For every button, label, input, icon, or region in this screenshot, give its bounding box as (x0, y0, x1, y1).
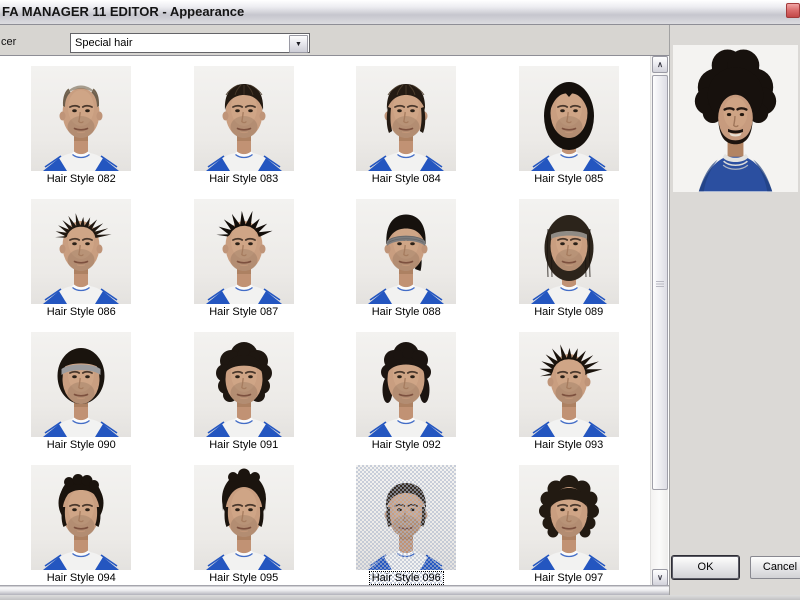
window-title: FA MANAGER 11 EDITOR - Appearance (2, 4, 244, 19)
close-button[interactable] (786, 3, 800, 18)
hair-style-label: Hair Style 086 (45, 306, 118, 318)
scrollbar-grip (656, 281, 664, 287)
hair-style-cell[interactable]: Hair Style 090 (0, 322, 163, 455)
hair-style-thumbnail[interactable] (356, 332, 456, 437)
hair-style-thumbnail[interactable] (194, 465, 294, 570)
hair-style-cell[interactable]: Hair Style 082 (0, 56, 163, 189)
hair-style-cell[interactable]: Hair Style 097 (488, 455, 651, 585)
hair-style-list: Hair Style 082 Hair Style 083 Hair Style 0… (0, 55, 669, 585)
hair-style-label: Hair Style 089 (532, 306, 605, 318)
hair-style-thumbnail[interactable] (519, 332, 619, 437)
hair-style-thumbnail[interactable] (356, 199, 456, 304)
hair-style-label: Hair Style 082 (45, 173, 118, 185)
hair-style-label: Hair Style 093 (532, 439, 605, 451)
dropdown-selected-value: Special hair (75, 37, 132, 49)
window-bottom-shadow (0, 595, 800, 600)
hair-style-label: Hair Style 092 (370, 439, 443, 451)
hair-style-thumbnail[interactable] (519, 199, 619, 304)
hair-style-label: Hair Style 085 (532, 173, 605, 185)
hair-style-thumbnail[interactable] (31, 465, 131, 570)
hair-style-label: Hair Style 084 (370, 173, 443, 185)
hair-grid: Hair Style 082 Hair Style 083 Hair Style 0… (0, 56, 650, 585)
hair-style-label: Hair Style 094 (45, 572, 118, 584)
hair-style-cell[interactable]: Hair Style 084 (325, 56, 488, 189)
window-bottom-edge (0, 585, 669, 595)
hair-style-label: Hair Style 090 (45, 439, 118, 451)
hair-style-cell[interactable]: Hair Style 089 (488, 189, 651, 322)
hair-style-label: Hair Style 095 (207, 572, 280, 584)
scrollbar-thumb[interactable] (652, 75, 668, 490)
hair-style-label: Hair Style 088 (370, 306, 443, 318)
vertical-scrollbar[interactable]: ∧ ∨ (650, 56, 668, 585)
scroll-up-icon: ∧ (657, 61, 663, 69)
ok-button[interactable]: OK (672, 556, 739, 579)
player-preview-photo (673, 45, 798, 192)
hair-style-cell[interactable]: Hair Style 088 (325, 189, 488, 322)
hair-style-label: Hair Style 097 (532, 572, 605, 584)
hair-style-label: Hair Style 087 (207, 306, 280, 318)
hair-style-label: Hair Style 091 (207, 439, 280, 451)
hair-style-cell[interactable]: Hair Style 093 (488, 322, 651, 455)
hair-category-dropdown[interactable]: Special hair ▼ (70, 33, 310, 53)
hair-style-cell[interactable]: Hair Style 091 (163, 322, 326, 455)
scroll-down-icon: ∨ (657, 574, 663, 582)
hair-style-thumbnail[interactable] (31, 332, 131, 437)
hair-style-thumbnail[interactable] (194, 66, 294, 171)
filter-label: cer (1, 36, 16, 48)
hair-style-cell[interactable]: Hair Style 095 (163, 455, 326, 585)
hair-style-cell[interactable]: Hair Style 083 (163, 56, 326, 189)
window-titlebar: FA MANAGER 11 EDITOR - Appearance (0, 0, 800, 25)
hair-style-cell[interactable]: Hair Style 094 (0, 455, 163, 585)
hair-style-cell[interactable]: Hair Style 087 (163, 189, 326, 322)
dropdown-button[interactable]: ▼ (289, 35, 308, 53)
hair-style-thumbnail[interactable] (356, 66, 456, 171)
hair-style-thumbnail[interactable] (31, 199, 131, 304)
scroll-down-button[interactable]: ∨ (652, 569, 668, 585)
hair-style-thumbnail[interactable] (194, 332, 294, 437)
hair-style-thumbnail[interactable] (356, 465, 456, 570)
hair-style-thumbnail[interactable] (519, 66, 619, 171)
hair-style-cell[interactable]: Hair Style 096 (325, 455, 488, 585)
hair-style-thumbnail[interactable] (519, 465, 619, 570)
hair-style-label: Hair Style 096 (370, 572, 443, 584)
chevron-down-icon: ▼ (295, 41, 302, 48)
scroll-up-button[interactable]: ∧ (652, 56, 668, 73)
hair-style-thumbnail[interactable] (31, 66, 131, 171)
hair-style-thumbnail[interactable] (194, 199, 294, 304)
hair-style-cell[interactable]: Hair Style 086 (0, 189, 163, 322)
hair-style-label: Hair Style 083 (207, 173, 280, 185)
cancel-button[interactable]: Cancel (750, 556, 800, 579)
hair-style-cell[interactable]: Hair Style 092 (325, 322, 488, 455)
hair-style-cell[interactable]: Hair Style 085 (488, 56, 651, 189)
